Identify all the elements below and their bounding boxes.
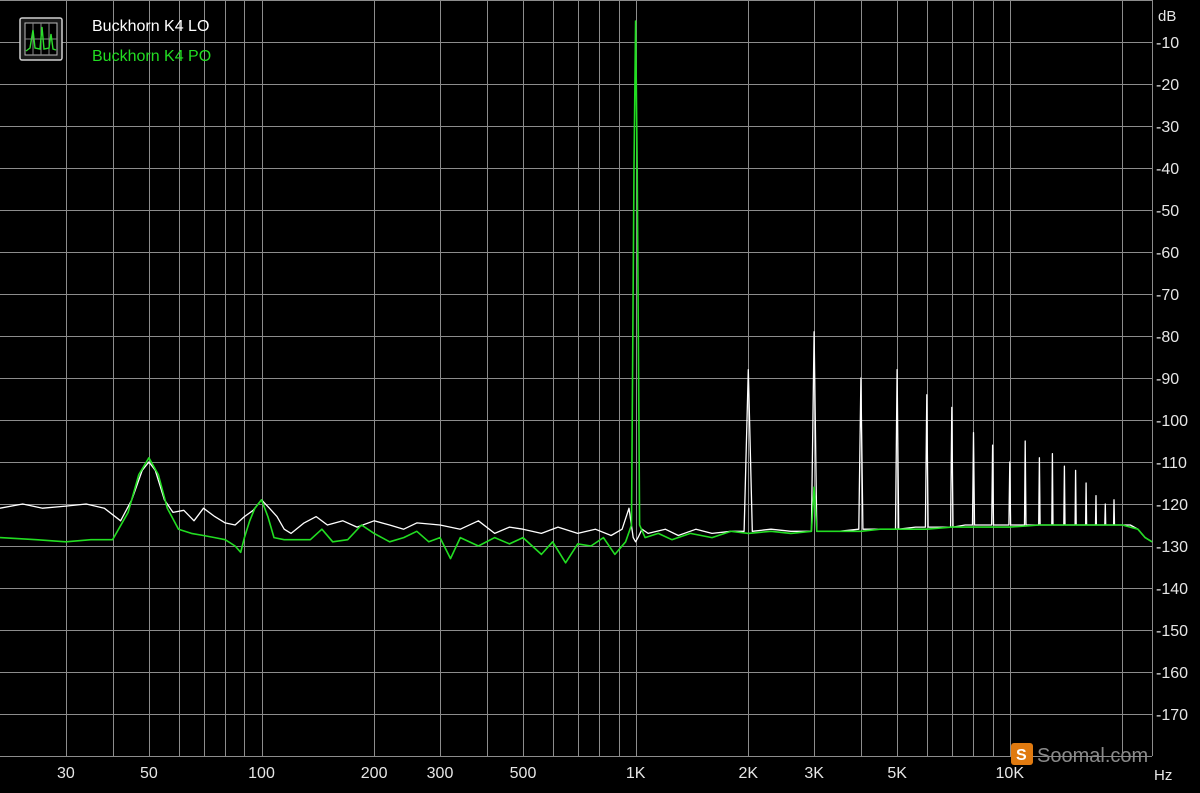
y-tick-label: -10	[1156, 35, 1179, 52]
y-unit-label: dB	[1158, 8, 1176, 25]
y-tick-label: -140	[1156, 581, 1188, 598]
x-tick-label: 5K	[887, 765, 907, 782]
y-tick-label: -80	[1156, 329, 1179, 346]
y-tick-label: -50	[1156, 203, 1179, 220]
spectrum-chart: dB Hz -10 -20 -30 -40 -50 -60 -70 -80 -90 -100 -11…	[0, 0, 1200, 788]
x-tick-label: 300	[427, 765, 454, 782]
y-tick-label: -30	[1156, 119, 1179, 136]
x-tick-label: 1K	[626, 765, 646, 782]
spectrum-window-icon[interactable]	[19, 17, 63, 61]
y-tick-label: -90	[1156, 371, 1179, 388]
y-tick-label: -20	[1156, 77, 1179, 94]
y-tick-label: -150	[1156, 623, 1188, 640]
x-tick-label: 3K	[804, 765, 824, 782]
y-tick-label: -160	[1156, 665, 1188, 682]
y-tick-label: -60	[1156, 245, 1179, 262]
y-tick-label: -120	[1156, 497, 1188, 514]
watermark-badge-glyph: S	[1016, 747, 1027, 764]
watermark-text: Soomal.com	[1037, 745, 1148, 767]
x-tick-label: 100	[248, 765, 275, 782]
x-tick-label: 30	[57, 765, 75, 782]
x-tick-label: 500	[510, 765, 537, 782]
watermark: S Soomal.com	[1011, 743, 1148, 767]
x-unit-label: Hz	[1154, 767, 1172, 784]
y-tick-label: -100	[1156, 413, 1188, 430]
x-tick-label: 10K	[996, 765, 1025, 782]
legend-entry-po: Buckhorn K4 PO	[92, 48, 211, 65]
x-tick-label: 200	[361, 765, 388, 782]
legend-entry-lo: Buckhorn K4 LO	[92, 18, 209, 35]
x-tick-label: 50	[140, 765, 158, 782]
y-tick-label: -70	[1156, 287, 1179, 304]
y-tick-label: -40	[1156, 161, 1179, 178]
spectrum-plot: dB Hz -10 -20 -30 -40 -50 -60 -70 -80 -90 -100 -11…	[0, 0, 1200, 788]
y-tick-label: -170	[1156, 707, 1188, 724]
x-tick-label: 2K	[738, 765, 758, 782]
y-tick-label: -130	[1156, 539, 1188, 556]
y-tick-label: -110	[1156, 455, 1187, 472]
